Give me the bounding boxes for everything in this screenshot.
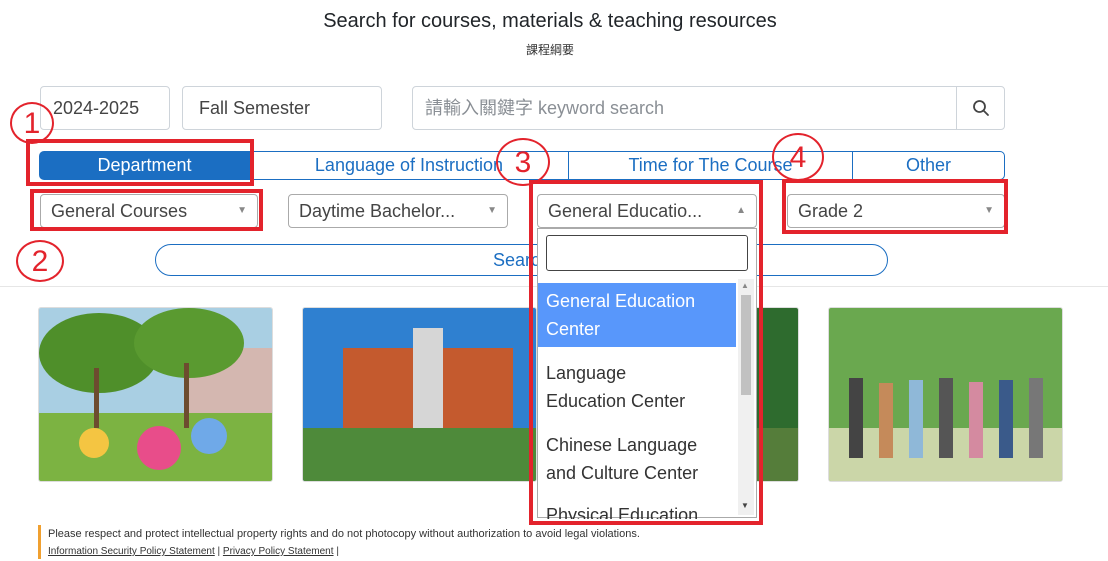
semester-value: Fall Semester <box>199 98 311 118</box>
system-select[interactable]: Daytime Bachelor... ▼ <box>288 194 508 228</box>
annotation-marker-3: 3 <box>496 138 550 186</box>
tab-other[interactable]: Other <box>852 151 1005 180</box>
annotation-box-1 <box>26 139 254 186</box>
page-subtitle: 課程綱要 <box>525 43 574 57</box>
footer-separator: | <box>217 546 221 557</box>
annotation-box-3 <box>529 180 763 525</box>
search-button[interactable]: Search <box>155 244 888 276</box>
year-select[interactable]: 2024-2025 <box>40 86 170 130</box>
campus-building-image <box>303 308 536 481</box>
students-walking-image <box>829 308 1062 481</box>
annotation-marker-2: 2 <box>16 240 64 282</box>
annotation-marker-1: 1 <box>10 102 54 144</box>
campus-photo-card <box>38 307 273 482</box>
semester-select[interactable]: Fall Semester <box>182 86 382 130</box>
year-value: 2024-2025 <box>53 98 140 118</box>
annotation-marker-4: 4 <box>772 133 824 181</box>
magnifier-icon <box>972 100 989 116</box>
footer-links: Information Security Policy Statement | … <box>48 546 339 557</box>
system-value: Daytime Bachelor... <box>299 201 456 221</box>
privacy-policy-link[interactable]: Privacy Policy Statement <box>223 546 334 557</box>
information-security-policy-link[interactable]: Information Security Policy Statement <box>48 546 215 557</box>
footer-separator: | <box>336 546 339 557</box>
page-title: Search for courses, materials & teaching… <box>323 10 777 32</box>
annotation-box-4 <box>782 179 1008 234</box>
footer-accent-bar <box>38 525 41 559</box>
building-photo-card <box>302 307 537 482</box>
search-submit-button[interactable] <box>956 86 1005 130</box>
footer-notice: Please respect and protect intellectual … <box>48 528 640 540</box>
annotation-box-2 <box>30 189 263 231</box>
keyword-search-input[interactable] <box>412 86 957 130</box>
students-photo-card <box>828 307 1063 482</box>
campus-lawn-image <box>39 308 272 481</box>
chevron-down-icon: ▼ <box>487 205 497 216</box>
